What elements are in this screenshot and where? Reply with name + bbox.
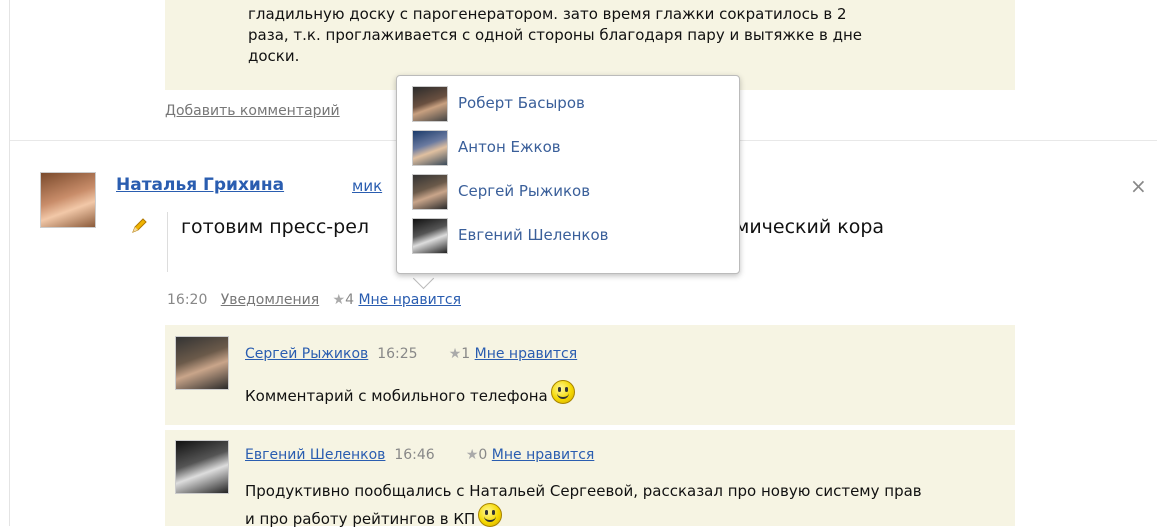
comment-text: Комментарий с мобильного телефона: [245, 387, 548, 405]
comment-item: [165, 325, 1015, 425]
post-quote-bar: [167, 212, 168, 272]
pencil-icon[interactable]: [130, 217, 148, 235]
comment-meta: Евгений Шеленков 16:46 ★0 Мне нравится: [245, 447, 594, 463]
user-name[interactable]: Евгений Шеленков: [458, 226, 608, 244]
post-like-link[interactable]: Мне нравится: [358, 292, 461, 308]
post-author-avatar[interactable]: [40, 172, 96, 228]
user-avatar: [412, 86, 448, 122]
comment-author-link[interactable]: Сергей Рыжиков: [245, 346, 368, 362]
feed-left-border: [9, 0, 10, 526]
comment-like-link[interactable]: Мне нравится: [475, 346, 578, 362]
smiley-icon: [550, 380, 575, 404]
user-avatar: [412, 174, 448, 210]
star-icon: ★: [448, 346, 462, 362]
notifications-link[interactable]: Уведомления: [221, 292, 319, 308]
post-author-link[interactable]: Наталья Грихина: [116, 175, 284, 195]
previous-comment-text: гладильную доску с парогенератором. зато…: [248, 5, 863, 65]
post-target-link[interactable]: мик: [352, 177, 382, 195]
comment-meta: Сергей Рыжиков 16:25 ★1 Мне нравится: [245, 346, 577, 362]
comment-text-row: Комментарий с мобильного телефона: [245, 380, 575, 408]
comment-text: Продуктивно пообщались с Натальей Сергее…: [245, 482, 922, 528]
comment-time: 16:25: [377, 346, 418, 362]
smiley-icon: [478, 503, 503, 527]
post-like-count: 4: [345, 292, 354, 308]
post-time: 16:20: [167, 292, 208, 308]
comment-like-link[interactable]: Мне нравится: [492, 447, 595, 463]
post-meta: 16:20 Уведомления ★4 Мне нравится: [167, 292, 461, 308]
comment-text-row: Продуктивно пообщались с Натальей Сергее…: [245, 479, 925, 531]
user-avatar: [412, 218, 448, 254]
comment-author-avatar[interactable]: [175, 336, 229, 390]
close-icon[interactable]: ×: [1130, 174, 1147, 198]
user-name[interactable]: Роберт Басыров: [458, 94, 585, 112]
add-comment-link[interactable]: Добавить комментарий: [165, 103, 340, 119]
user-name[interactable]: Антон Ежков: [458, 138, 561, 156]
comment-like-count: 1: [461, 346, 471, 362]
star-icon: ★: [465, 447, 479, 463]
user-avatar: [412, 130, 448, 166]
comment-author-link[interactable]: Евгений Шеленков: [245, 447, 385, 463]
comment-like-count: 0: [478, 447, 488, 463]
comment-time: 16:46: [394, 447, 435, 463]
comment-author-avatar[interactable]: [175, 440, 229, 494]
likes-popup: Роберт Басыров Антон Ежков Сергей Рыжико…: [396, 75, 740, 274]
star-icon: ★: [332, 292, 346, 308]
user-name[interactable]: Сергей Рыжиков: [458, 182, 590, 200]
